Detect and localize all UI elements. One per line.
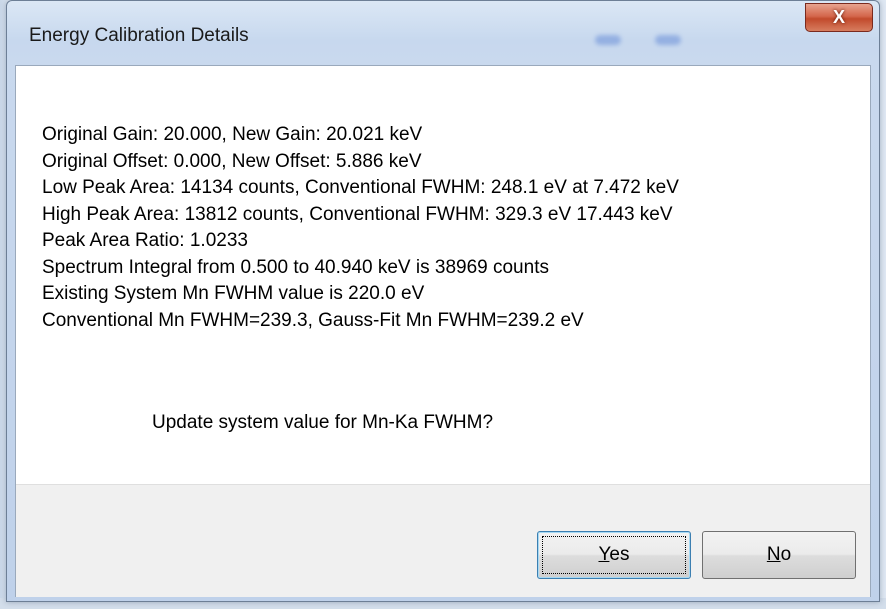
title-bar[interactable]: Energy Calibration Details X [7,1,879,65]
title-bar-blur-decoration [655,35,681,45]
update-prompt: Update system value for Mn-Ka FWHM? [152,412,494,433]
low-peak-line: Low Peak Area: 14134 counts, Conventiona… [42,177,679,198]
yes-button-label: Yes [598,544,629,565]
button-bar: Yes No [16,484,870,597]
no-button[interactable]: No [702,531,856,579]
title-bar-blur-decoration [595,35,621,45]
calibration-details: Original Gain: 20.000, New Gain: 20.021 … [42,122,679,334]
gain-line: Original Gain: 20.000, New Gain: 20.021 … [42,124,423,145]
window-title: Energy Calibration Details [29,25,249,46]
no-label-rest: o [780,544,792,565]
close-button[interactable]: X [805,3,873,32]
yes-button[interactable]: Yes [537,531,691,579]
spectrum-integral-line: Spectrum Integral from 0.500 to 40.940 k… [42,256,549,278]
conventional-fwhm-line: Conventional Mn FWHM=239.3, Gauss-Fit Mn… [42,309,584,331]
high-peak-line: High Peak Area: 13812 counts, Convention… [42,203,673,225]
close-icon: X [832,7,845,27]
peak-area-ratio-line: Peak Area Ratio: 1.0233 [42,230,248,251]
offset-line: Original Offset: 0.000, New Offset: 5.88… [42,150,422,172]
dialog-content: Original Gain: 20.000, New Gain: 20.021 … [15,65,871,597]
existing-fwhm-line: Existing System Mn FWHM value is 220.0 e… [42,283,425,304]
yes-label-rest: es [609,544,630,565]
energy-calibration-dialog: Energy Calibration Details X Original Ga… [6,0,880,602]
yes-mnemonic: Y [598,544,610,565]
no-mnemonic: N [766,544,781,565]
no-button-label: No [767,544,791,565]
